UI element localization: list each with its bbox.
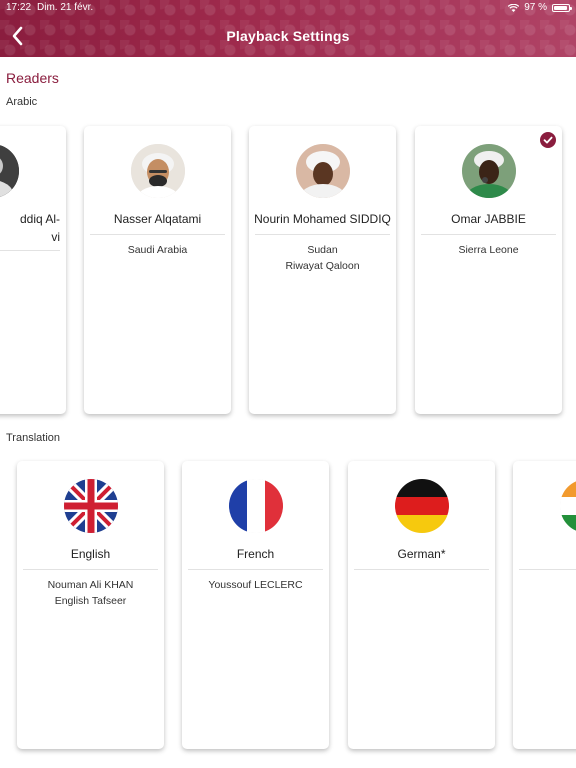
reader-avatar <box>461 144 516 198</box>
reader-name: Nourin Mohamed SIDDIQ <box>254 212 391 226</box>
card-divider <box>188 569 323 570</box>
reader-name: ddiq Al- vi <box>19 212 60 244</box>
card-divider <box>519 569 576 570</box>
france-flag-icon <box>228 479 283 533</box>
card-divider <box>90 234 225 235</box>
reader-card-omar-jabbie[interactable]: Omar JABBIE Sierra Leone <box>415 126 562 414</box>
wifi-icon <box>508 4 520 12</box>
translation-card-german[interactable]: German* <box>348 461 495 749</box>
translation-card-french[interactable]: French Youssouf LECLERC <box>182 461 329 749</box>
translation-readers-carousel[interactable]: English Nouman Ali KHAN English Tafseer … <box>0 455 576 757</box>
battery-icon <box>552 4 572 12</box>
selected-check-icon <box>540 132 556 148</box>
reader-country: Saudi Arabia <box>127 244 188 256</box>
card-divider <box>354 569 489 570</box>
card-divider <box>23 569 158 570</box>
header-bar: 17:22 Dim. 21 févr. 97 % Playback Settin… <box>0 0 576 57</box>
reader-country: Sudan Riwayat Qaloon <box>285 244 360 272</box>
reader-avatar <box>130 144 185 198</box>
reader-avatar <box>295 144 350 198</box>
india-flag-icon <box>559 479 576 533</box>
language-name: German* <box>397 547 446 561</box>
translation-label: Translation <box>6 432 61 444</box>
card-divider <box>255 234 390 235</box>
status-indicators: 97 % <box>508 0 572 16</box>
reader-card-siddiq[interactable]: ddiq Al- vi <box>0 126 66 414</box>
reader-name: Omar JABBIE <box>451 212 526 226</box>
status-date: Dim. 21 févr. <box>37 2 94 13</box>
reader-avatar <box>0 144 19 198</box>
language-name: C <box>517 547 576 561</box>
reader-card-nasser-alqatami[interactable]: Nasser Alqatami Saudi Arabia <box>84 126 231 414</box>
language-name: English <box>70 547 111 561</box>
arabic-readers-carousel[interactable]: ddiq Al- vi Nasser Alqatami Saudi Arabia <box>0 120 576 422</box>
uk-flag-icon <box>63 479 118 533</box>
language-name: French <box>236 547 275 561</box>
reader-name: Nasser Alqatami <box>113 212 202 226</box>
arabic-label: Arabic <box>6 96 38 108</box>
reader-country: Sierra Leone <box>458 244 519 256</box>
card-divider <box>0 250 60 251</box>
battery-percent: 97 % <box>524 2 547 13</box>
page-title: Playback Settings <box>226 28 350 44</box>
status-bar: 17:22 Dim. 21 févr. 97 % <box>0 0 576 16</box>
status-time: 17:22 <box>6 2 32 13</box>
readers-heading: Readers <box>6 70 59 86</box>
reader-card-nourin-siddiq[interactable]: Nourin Mohamed SIDDIQ Sudan Riwayat Qalo… <box>249 126 396 414</box>
germany-flag-icon <box>394 479 449 533</box>
translator-name: Youssouf LECLERC <box>208 579 303 591</box>
card-divider <box>421 234 556 235</box>
translation-card-english[interactable]: English Nouman Ali KHAN English Tafseer <box>17 461 164 749</box>
translation-card-partial[interactable]: C <box>513 461 576 749</box>
translator-name: Nouman Ali KHAN English Tafseer <box>47 579 134 607</box>
